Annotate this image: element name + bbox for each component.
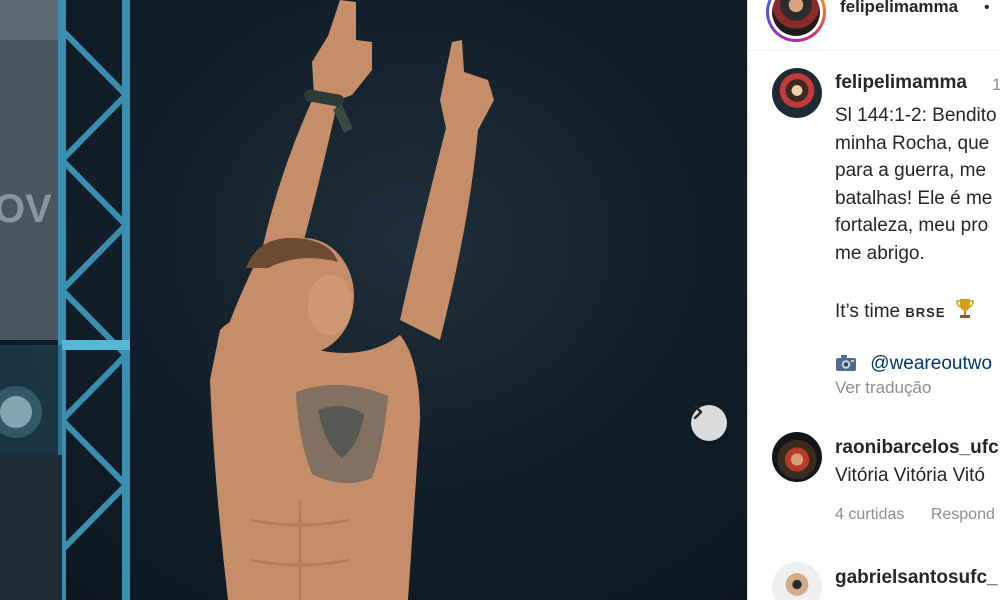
- comment-username[interactable]: raonibarcelos_ufc: [835, 437, 999, 459]
- caption-its-time: It’s time BRSE: [835, 297, 975, 323]
- comment-reply-button[interactable]: Respond: [931, 506, 995, 523]
- caption-line: fortaleza, meu pro: [835, 215, 989, 236]
- comment-text: Vitória Vitória Vitó: [835, 465, 985, 486]
- translate-link[interactable]: Ver tradução: [835, 378, 931, 398]
- photo-scene: OV: [0, 0, 494, 600]
- caption-avatar[interactable]: [772, 68, 822, 118]
- svg-text:OV: OV: [0, 187, 52, 231]
- header-avatar[interactable]: [766, 0, 826, 42]
- header-separator: •: [984, 0, 990, 16]
- comment-meta: 4 curtidas Respond: [835, 506, 1000, 524]
- comment-username[interactable]: gabrielsantosufc_: [835, 567, 998, 589]
- caption-line: batalhas! Ele é me: [835, 187, 993, 209]
- post-header: felipelimamma •: [748, 0, 1000, 51]
- post-photo: OV: [0, 0, 748, 600]
- comment-avatar[interactable]: [772, 562, 822, 600]
- chevron-right-icon: [693, 405, 703, 419]
- its-time-text: It’s time: [835, 301, 901, 322]
- caption-time: 1: [992, 75, 1000, 94]
- header-username[interactable]: felipelimamma: [840, 0, 958, 17]
- caption-credit[interactable]: @weareoutwo: [835, 353, 992, 375]
- caption-line: para a guerra, me: [835, 160, 987, 181]
- caption-line: me abrigo.: [835, 242, 925, 264]
- credit-mention[interactable]: @weareoutwo: [870, 353, 992, 374]
- trophy-icon: [955, 299, 974, 318]
- brse-text: BRSE: [905, 305, 946, 320]
- camera-icon: [836, 355, 856, 371]
- comment-likes[interactable]: 4 curtidas: [835, 506, 904, 523]
- next-photo-button[interactable]: [691, 405, 727, 441]
- caption-line: Sl 144:1-2: Bendito: [835, 105, 997, 126]
- comment-avatar[interactable]: [772, 432, 822, 482]
- caption-text: Sl 144:1-2: Bendito minha Rocha, que par…: [835, 102, 1000, 267]
- caption-line: minha Rocha, que: [835, 132, 990, 154]
- post-side-panel: felipelimamma • felipelimamma 1 Sl 144:1…: [748, 0, 1000, 600]
- caption-username[interactable]: felipelimamma: [835, 72, 967, 94]
